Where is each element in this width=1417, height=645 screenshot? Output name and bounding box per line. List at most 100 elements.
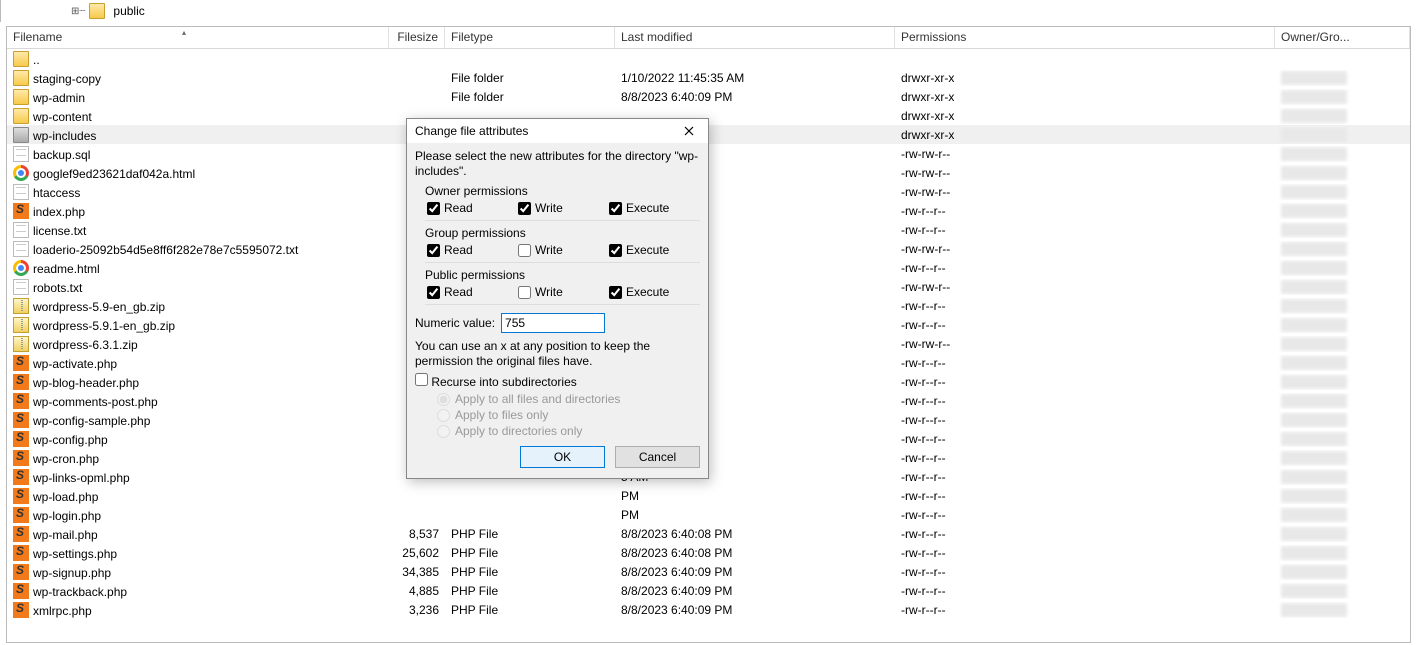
file-owner — [1275, 108, 1410, 124]
sublime-icon — [13, 526, 29, 542]
file-row[interactable]: wp-signup.php34,385PHP File8/8/2023 6:40… — [7, 562, 1410, 581]
folder-grey-icon — [13, 127, 29, 143]
file-name: wp-load.php — [33, 490, 98, 504]
public-write-checkbox[interactable]: Write — [518, 285, 609, 299]
file-permissions: -rw-r--r-- — [895, 564, 1275, 580]
file-name: wp-links-opml.php — [33, 471, 130, 485]
file-permissions: -rw-r--r-- — [895, 298, 1275, 314]
file-type — [445, 514, 615, 516]
file-modified: 8/8/2023 6:40:09 PM — [615, 89, 895, 105]
file-type: PHP File — [445, 583, 615, 599]
file-permissions: -rw-r--r-- — [895, 488, 1275, 504]
public-read-checkbox[interactable]: Read — [427, 285, 518, 299]
file-icon — [13, 184, 29, 200]
recurse-all-radio: Apply to all files and directories — [437, 392, 700, 406]
file-size: 34,385 — [389, 564, 445, 580]
file-name: wp-blog-header.php — [33, 376, 139, 390]
sublime-icon — [13, 374, 29, 390]
file-type: PHP File — [445, 526, 615, 542]
header-modified[interactable]: Last modified — [615, 27, 895, 48]
file-row[interactable]: wp-login.phpPM-rw-r--r-- — [7, 505, 1410, 524]
recurse-checkbox[interactable]: Recurse into subdirectories — [415, 375, 577, 389]
file-row[interactable]: wp-trackback.php4,885PHP File8/8/2023 6:… — [7, 581, 1410, 600]
file-name: wordpress-5.9-en_gb.zip — [33, 300, 165, 314]
group-read-checkbox[interactable]: Read — [427, 243, 518, 257]
file-name: wp-cron.php — [33, 452, 99, 466]
file-owner — [1275, 58, 1410, 60]
chrome-icon — [13, 165, 29, 181]
ok-button[interactable]: OK — [520, 446, 605, 468]
file-type — [445, 58, 615, 60]
file-row[interactable]: wp-settings.php25,602PHP File8/8/2023 6:… — [7, 543, 1410, 562]
folder-icon — [89, 3, 105, 19]
file-owner — [1275, 564, 1410, 580]
file-permissions: -rw-r--r-- — [895, 526, 1275, 542]
file-permissions: drwxr-xr-x — [895, 127, 1275, 143]
file-owner — [1275, 203, 1410, 219]
file-permissions: -rw-rw-r-- — [895, 336, 1275, 352]
file-name: wordpress-6.3.1.zip — [33, 338, 138, 352]
file-name: .. — [33, 53, 40, 67]
file-permissions: -rw-r--r-- — [895, 203, 1275, 219]
sublime-icon — [13, 431, 29, 447]
file-name: wordpress-5.9.1-en_gb.zip — [33, 319, 175, 333]
header-permissions[interactable]: Permissions — [895, 27, 1275, 48]
group-write-checkbox[interactable]: Write — [518, 243, 609, 257]
file-name: wp-activate.php — [33, 357, 117, 371]
file-permissions: -rw-r--r-- — [895, 583, 1275, 599]
owner-write-checkbox[interactable]: Write — [518, 201, 609, 215]
sublime-icon — [13, 469, 29, 485]
file-permissions: -rw-r--r-- — [895, 507, 1275, 523]
file-owner — [1275, 450, 1410, 466]
file-row[interactable]: wp-adminFile folder8/8/2023 6:40:09 PMdr… — [7, 87, 1410, 106]
sublime-icon — [13, 507, 29, 523]
file-row[interactable]: .. — [7, 49, 1410, 68]
change-attributes-dialog: Change file attributes Please select the… — [406, 118, 709, 479]
public-perm-label: Public permissions — [425, 268, 700, 282]
sublime-icon — [13, 602, 29, 618]
file-permissions: -rw-r--r-- — [895, 412, 1275, 428]
tree-expander-icon[interactable]: ⊞┈ — [71, 6, 85, 17]
tree-folder-label[interactable]: public — [113, 4, 144, 18]
file-owner — [1275, 374, 1410, 390]
dialog-titlebar[interactable]: Change file attributes — [407, 119, 708, 143]
file-modified: PM — [615, 488, 895, 504]
header-owner[interactable]: Owner/Gro... — [1275, 27, 1410, 48]
file-name: wp-mail.php — [33, 528, 98, 542]
header-filetype[interactable]: Filetype — [445, 27, 615, 48]
dialog-title-text: Change file attributes — [415, 124, 528, 138]
file-row[interactable]: wp-mail.php8,537PHP File8/8/2023 6:40:08… — [7, 524, 1410, 543]
numeric-value-input[interactable] — [501, 313, 605, 333]
file-icon — [13, 222, 29, 238]
file-size — [389, 495, 445, 497]
dialog-close-button[interactable] — [674, 121, 704, 141]
file-permissions: drwxr-xr-x — [895, 89, 1275, 105]
header-filesize[interactable]: Filesize — [389, 27, 445, 48]
file-icon — [13, 146, 29, 162]
file-row[interactable]: wp-load.php PM-rw-r--r-- — [7, 486, 1410, 505]
file-permissions: -rw-rw-r-- — [895, 165, 1275, 181]
zip-icon — [13, 317, 29, 333]
file-modified: PM — [615, 507, 895, 523]
cancel-button[interactable]: Cancel — [615, 446, 700, 468]
header-filename[interactable]: Filename▴ — [7, 27, 389, 48]
file-name: backup.sql — [33, 148, 90, 162]
folder-icon — [13, 89, 29, 105]
owner-read-checkbox[interactable]: Read — [427, 201, 518, 215]
file-owner — [1275, 469, 1410, 485]
public-execute-checkbox[interactable]: Execute — [609, 285, 700, 299]
group-execute-checkbox[interactable]: Execute — [609, 243, 700, 257]
folderup-icon — [13, 51, 29, 67]
file-size: 25,602 — [389, 545, 445, 561]
owner-execute-checkbox[interactable]: Execute — [609, 201, 700, 215]
file-row[interactable]: staging-copyFile folder1/10/2022 11:45:3… — [7, 68, 1410, 87]
file-modified — [615, 58, 895, 60]
file-name: readme.html — [33, 262, 100, 276]
file-permissions: -rw-r--r-- — [895, 450, 1275, 466]
file-owner — [1275, 545, 1410, 561]
sublime-icon — [13, 412, 29, 428]
file-name: wp-config.php — [33, 433, 108, 447]
file-size: 8,537 — [389, 526, 445, 542]
file-row[interactable]: xmlrpc.php3,236PHP File8/8/2023 6:40:09 … — [7, 600, 1410, 619]
file-type: PHP File — [445, 564, 615, 580]
